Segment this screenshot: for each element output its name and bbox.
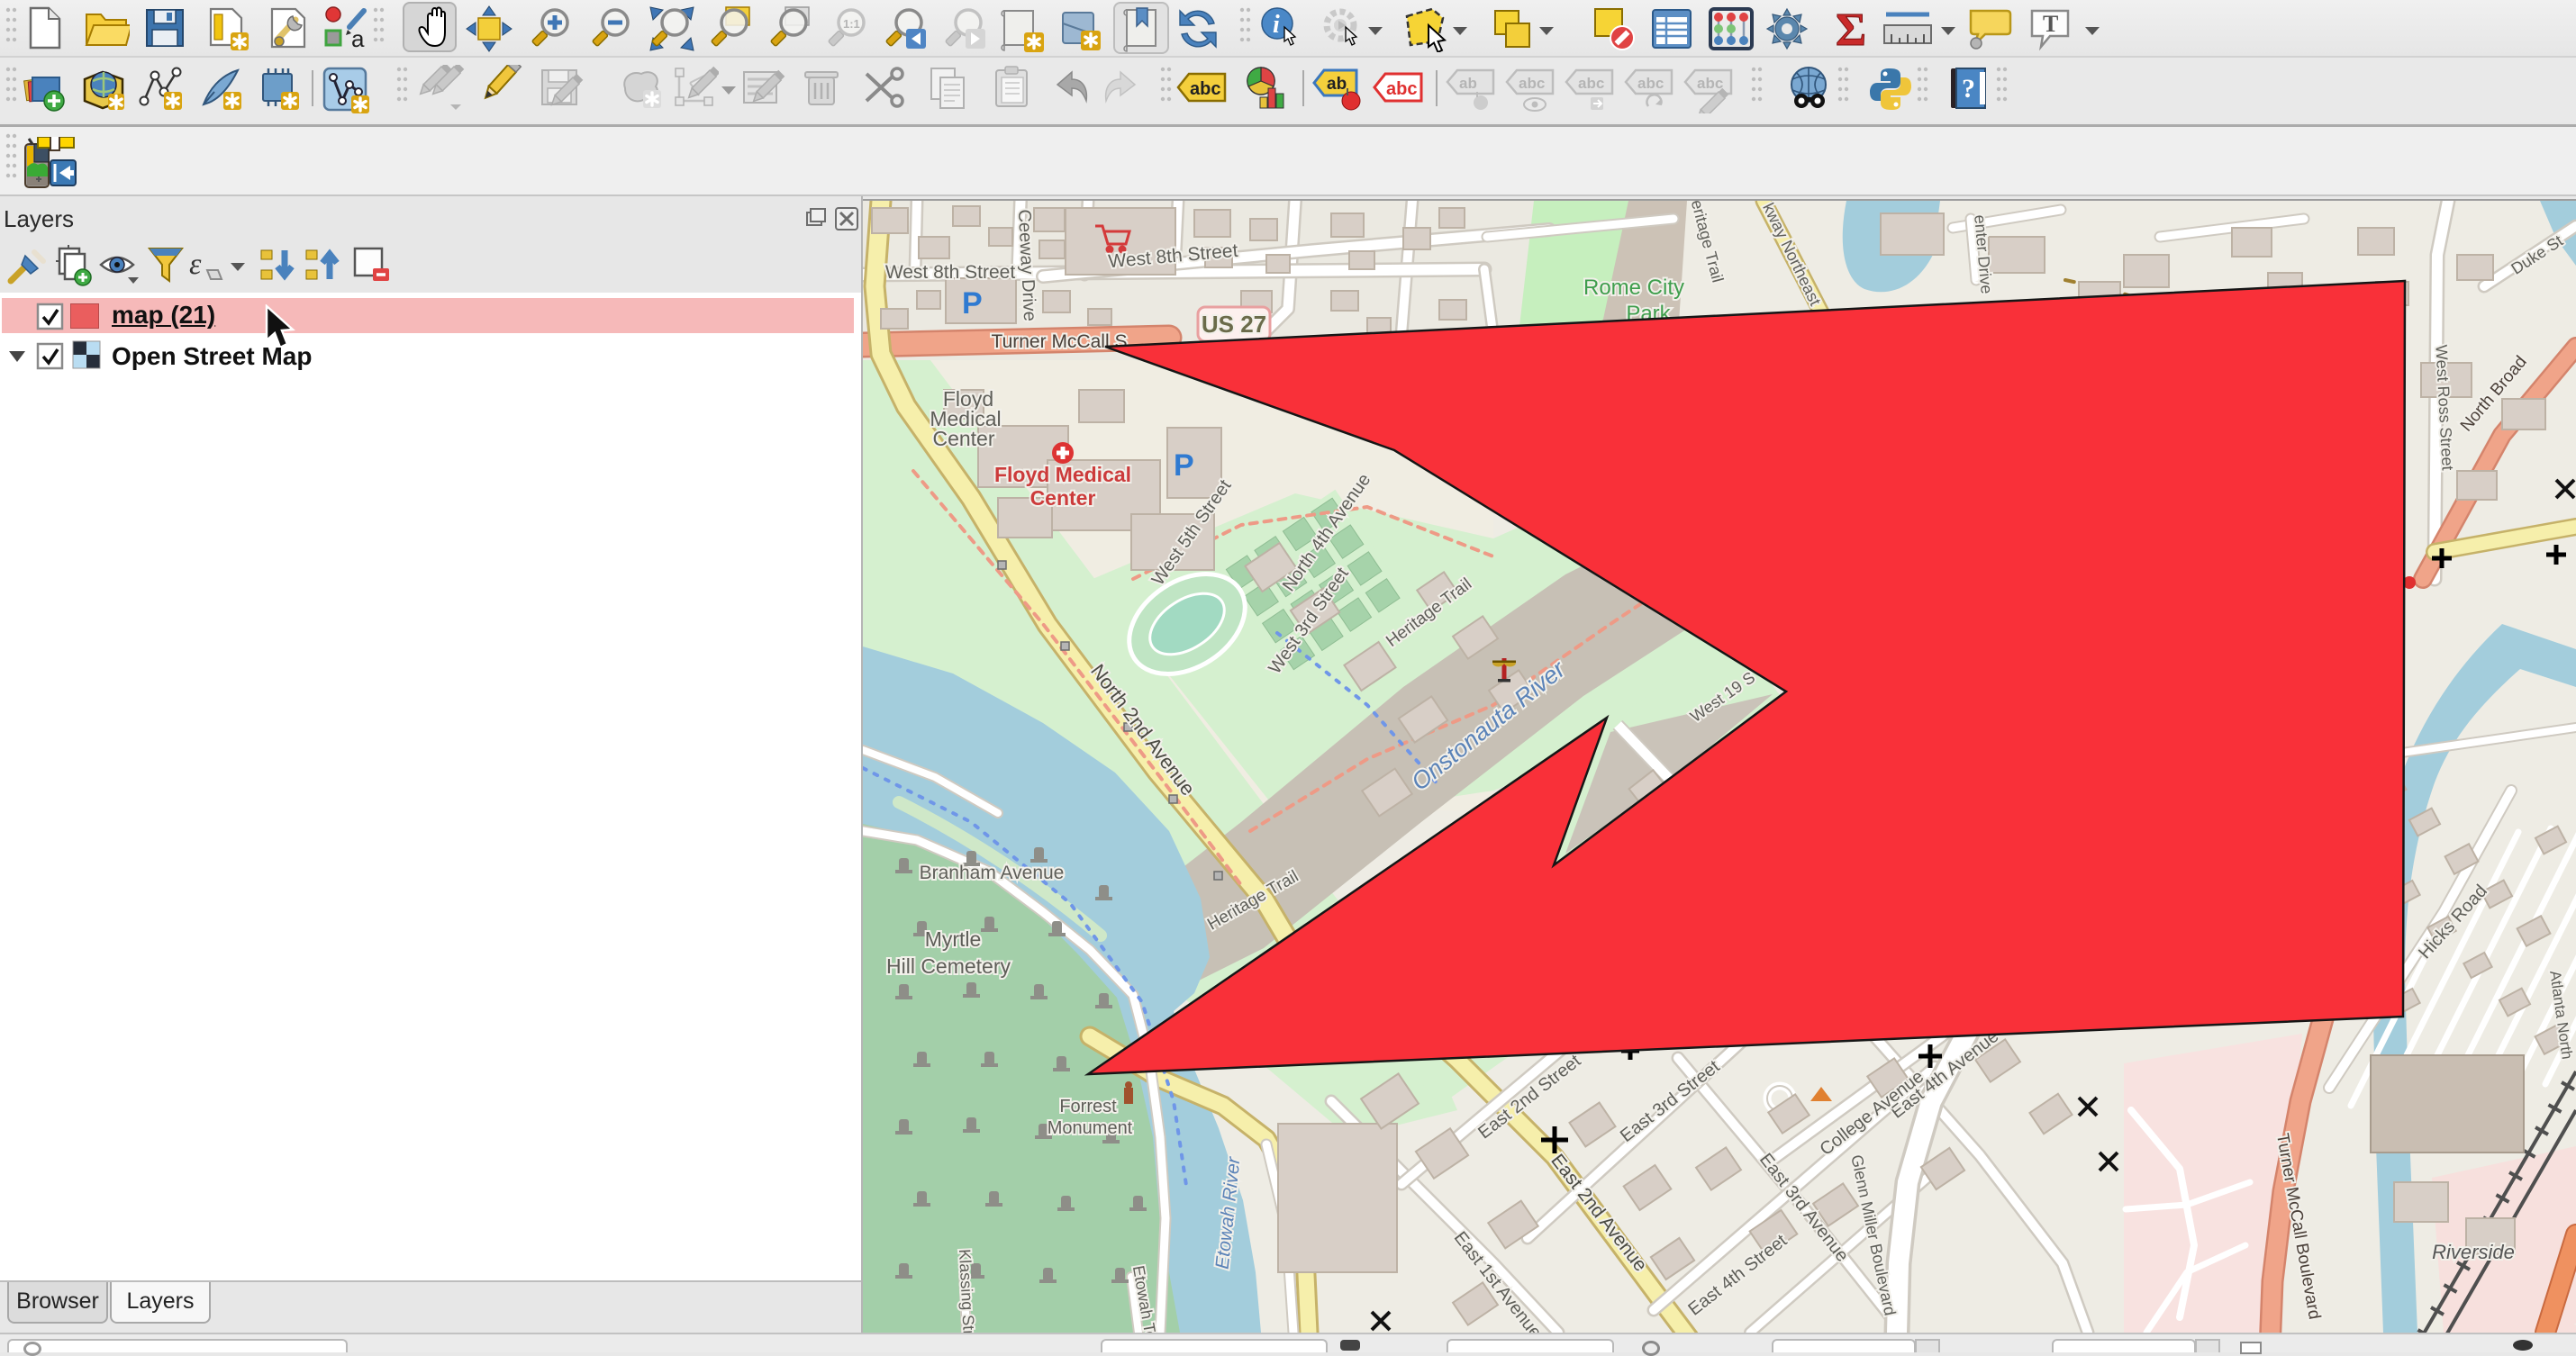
svg-text:Myrtle: Myrtle xyxy=(925,927,982,951)
svg-text:Riverside: Riverside xyxy=(2432,1241,2515,1263)
svg-text:abc: abc xyxy=(1386,79,1417,99)
svg-text:Branham Avenue: Branham Avenue xyxy=(920,863,1065,883)
svg-text:US 27: US 27 xyxy=(1202,311,1266,338)
svg-text:Hill Cemetery: Hill Cemetery xyxy=(886,954,1011,978)
svg-text:Center: Center xyxy=(1030,486,1096,510)
svg-text:Forrest: Forrest xyxy=(1059,1097,1117,1116)
svg-text:a: a xyxy=(351,25,365,52)
svg-text:West 8th Street: West 8th Street xyxy=(885,262,1016,283)
svg-text:abc: abc xyxy=(1578,75,1604,92)
svg-text:ab: ab xyxy=(1459,75,1477,92)
svg-text:T: T xyxy=(2043,11,2058,37)
svg-text:P: P xyxy=(962,286,983,321)
svg-text:Monument: Monument xyxy=(1048,1118,1133,1138)
svg-text:Rome City: Rome City xyxy=(1583,276,1684,300)
svg-text:abc: abc xyxy=(1519,75,1545,92)
svg-text:?: ? xyxy=(1962,74,1975,104)
svg-text:abc: abc xyxy=(1637,75,1664,92)
svg-text:ε: ε xyxy=(189,248,202,281)
svg-text:P: P xyxy=(1174,448,1194,483)
svg-text:abc: abc xyxy=(1697,75,1723,92)
svg-text:Turner McCall S: Turner McCall S xyxy=(992,331,1128,352)
svg-text:Σ: Σ xyxy=(1836,5,1866,52)
svg-text:ab: ab xyxy=(1327,75,1347,94)
svg-text:Floyd Medical: Floyd Medical xyxy=(994,463,1131,486)
svg-text:1:1: 1:1 xyxy=(843,17,860,31)
svg-text:i: i xyxy=(1273,11,1280,39)
svg-text:abc: abc xyxy=(1190,79,1220,99)
svg-text:Center: Center xyxy=(932,427,994,450)
